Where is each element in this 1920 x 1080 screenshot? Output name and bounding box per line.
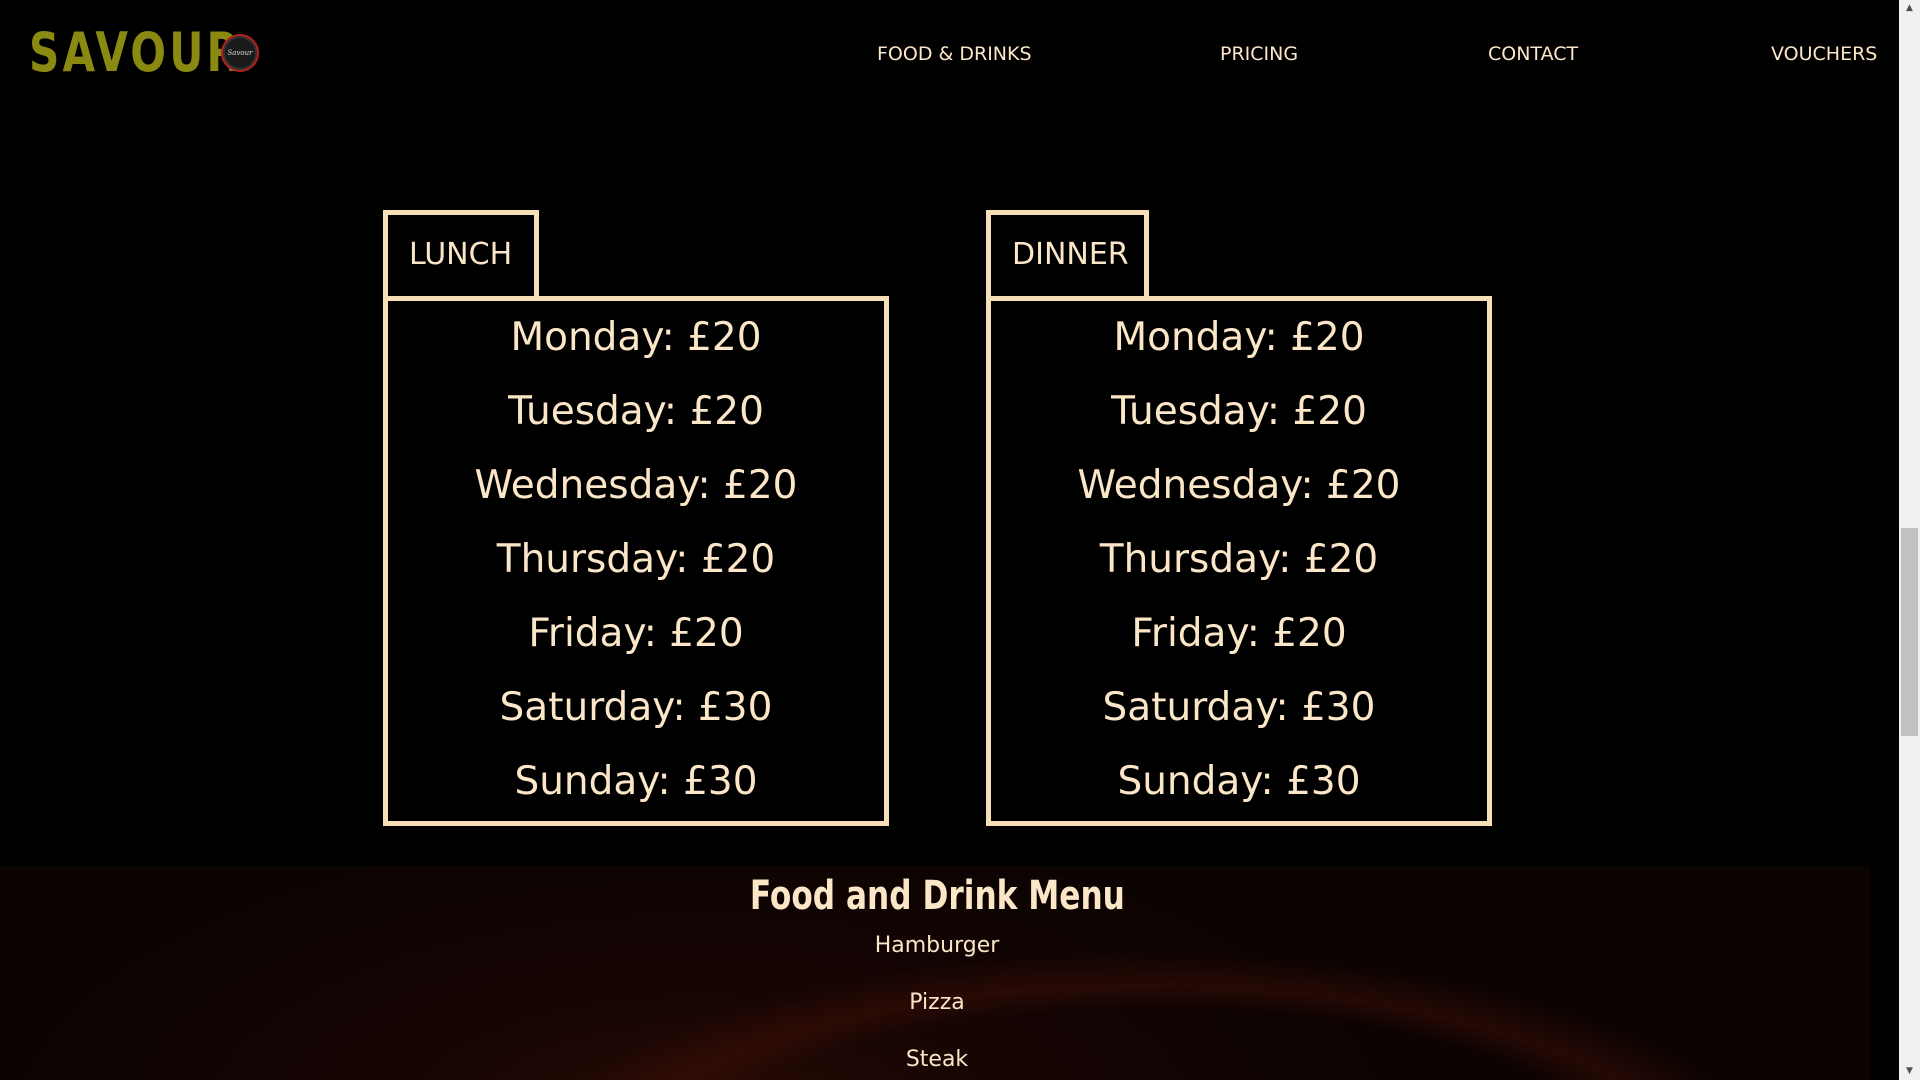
dinner-tab-label: DINNER xyxy=(1012,237,1129,272)
lunch-price-wednesday: Wednesday: £20 xyxy=(474,463,798,508)
lunch-price-thursday: Thursday: £20 xyxy=(496,537,776,582)
nav-vouchers[interactable]: VOUCHERS xyxy=(1771,40,1877,68)
dinner-price-friday: Friday: £20 xyxy=(1131,611,1347,656)
lunch-price-tuesday: Tuesday: £20 xyxy=(508,389,764,434)
menu-list: Hamburger Pizza Steak xyxy=(0,926,1874,1080)
dinner-price-thursday: Thursday: £20 xyxy=(1099,537,1379,582)
menu-item-pizza: Pizza xyxy=(909,990,965,1015)
lunch-price-friday: Friday: £20 xyxy=(528,611,744,656)
menu-title-text: Food and Drink Menu xyxy=(749,873,1125,919)
vertical-scrollbar[interactable]: ▲ ▼ xyxy=(1899,0,1920,1080)
page: SAVOUR Savour FOOD & DRINKS PRICING CONT… xyxy=(0,0,1899,1080)
dinner-price-saturday: Saturday: £30 xyxy=(1102,685,1376,730)
menu-section: Food and Drink Menu Hamburger Pizza Stea… xyxy=(0,866,1870,1080)
scroll-thumb[interactable] xyxy=(1901,528,1918,736)
lunch-tab-label: LUNCH xyxy=(409,237,513,272)
menu-title: Food and Drink Menu xyxy=(0,866,1874,926)
dinner-price-wednesday: Wednesday: £20 xyxy=(1077,463,1401,508)
nav-contact[interactable]: CONTACT xyxy=(1488,40,1578,68)
lunch-price-monday: Monday: £20 xyxy=(510,315,762,360)
lunch-price-card: Monday: £20 Tuesday: £20 Wednesday: £20 … xyxy=(383,296,889,826)
lunch-price-saturday: Saturday: £30 xyxy=(499,685,773,730)
dinner-price-sunday: Sunday: £30 xyxy=(1117,759,1361,804)
nav-food-drinks[interactable]: FOOD & DRINKS xyxy=(877,40,1032,68)
nav-pricing[interactable]: PRICING xyxy=(1220,40,1298,68)
dinner-price-card: Monday: £20 Tuesday: £20 Wednesday: £20 … xyxy=(986,296,1492,826)
main-nav: FOOD & DRINKS PRICING CONTACT VOUCHERS xyxy=(0,40,1899,70)
scroll-down-icon[interactable]: ▼ xyxy=(1899,1063,1920,1080)
lunch-tab: LUNCH xyxy=(383,210,539,300)
menu-item-steak: Steak xyxy=(905,1047,969,1072)
dinner-price-monday: Monday: £20 xyxy=(1113,315,1365,360)
scroll-up-icon[interactable]: ▲ xyxy=(1899,0,1920,17)
lunch-price-sunday: Sunday: £30 xyxy=(514,759,758,804)
dinner-price-tuesday: Tuesday: £20 xyxy=(1111,389,1367,434)
dinner-tab: DINNER xyxy=(986,210,1149,300)
menu-item-hamburger: Hamburger xyxy=(874,933,1000,958)
